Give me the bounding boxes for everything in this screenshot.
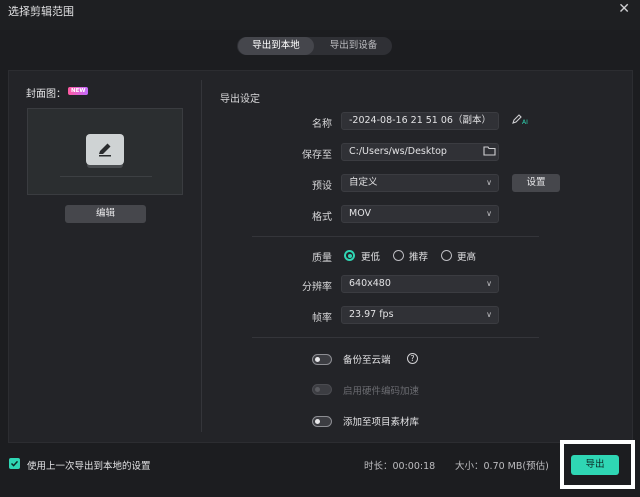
new-badge: NEW	[68, 87, 89, 95]
chevron-down-icon: ∨	[486, 279, 492, 288]
edit-cover-icon[interactable]	[86, 134, 124, 165]
preset-label: 预设	[312, 181, 332, 192]
tab-export-local[interactable]: 导出到本地	[238, 37, 314, 55]
help-icon[interactable]: ?	[407, 353, 418, 364]
edit-cover-button[interactable]: 编辑	[65, 205, 146, 223]
resolution-value: 640x480	[349, 278, 391, 289]
save-path-value: C:/Users/ws/Desktop	[349, 146, 447, 157]
save-path-input[interactable]: C:/Users/ws/Desktop	[341, 143, 499, 161]
quality-radio-higher[interactable]	[441, 250, 452, 261]
divider	[252, 236, 539, 237]
chevron-down-icon: ∨	[486, 178, 492, 187]
ai-rename-icon[interactable]: AI	[512, 113, 530, 128]
size-estimate: 大小：0.70 MB(预估)	[455, 461, 549, 472]
hardware-encoding-toggle	[312, 384, 332, 395]
quality-radio-lower[interactable]	[344, 250, 355, 261]
quality-label: 质量	[312, 253, 332, 264]
use-last-settings-label: 使用上一次导出到本地的设置	[27, 461, 151, 472]
use-last-settings-checkbox[interactable]	[9, 458, 20, 469]
format-select[interactable]: MOV ∨	[341, 205, 499, 223]
name-label: 名称	[312, 119, 332, 130]
tab-export-device[interactable]: 导出到设备	[317, 37, 390, 55]
window-title: 选择剪辑范围	[8, 5, 74, 18]
panel-divider	[201, 80, 202, 432]
frame-rate-select[interactable]: 23.97 fps ∨	[341, 306, 499, 324]
close-icon[interactable]: ✕	[618, 1, 630, 17]
resolution-label: 分辨率	[302, 282, 332, 293]
format-label: 格式	[312, 212, 332, 223]
duration-text: 时长：00:00:18	[364, 461, 436, 472]
export-tabs: 导出到本地 导出到设备	[237, 37, 392, 55]
chevron-down-icon: ∨	[486, 310, 492, 319]
name-input[interactable]: -2024-08-16 21 51 06（副本）	[341, 112, 499, 130]
title-bar	[0, 0, 640, 30]
format-value: MOV	[349, 208, 372, 219]
frame-rate-label: 帧率	[312, 313, 332, 324]
quality-option-lower: 更低	[361, 252, 381, 263]
backup-cloud-label: 备份至云端	[343, 355, 391, 366]
cover-baseline	[60, 176, 152, 177]
chevron-down-icon: ∨	[486, 209, 492, 218]
add-to-library-label: 添加至项目素材库	[343, 417, 420, 428]
section-title: 导出设定	[220, 94, 260, 105]
frame-rate-value: 23.97 fps	[349, 309, 394, 320]
svg-text:AI: AI	[522, 119, 528, 125]
save-to-label: 保存至	[302, 150, 332, 161]
cover-label: 封面图：	[26, 89, 66, 100]
quality-option-recommended: 推荐	[409, 252, 429, 263]
export-button[interactable]: 导出	[571, 455, 619, 475]
preset-value: 自定义	[349, 177, 378, 188]
add-to-library-toggle[interactable]	[312, 416, 332, 427]
preset-settings-button[interactable]: 设置	[512, 174, 560, 192]
preset-select[interactable]: 自定义 ∨	[341, 174, 499, 192]
resolution-select[interactable]: 640x480 ∨	[341, 275, 499, 293]
quality-radio-recommended[interactable]	[393, 250, 404, 261]
name-value: -2024-08-16 21 51 06（副本）	[349, 115, 491, 126]
hardware-encoding-label: 启用硬件编码加速	[343, 386, 420, 397]
quality-option-higher: 更高	[457, 252, 477, 263]
backup-cloud-toggle[interactable]	[312, 354, 332, 365]
folder-icon[interactable]	[483, 145, 496, 159]
divider	[252, 337, 539, 338]
